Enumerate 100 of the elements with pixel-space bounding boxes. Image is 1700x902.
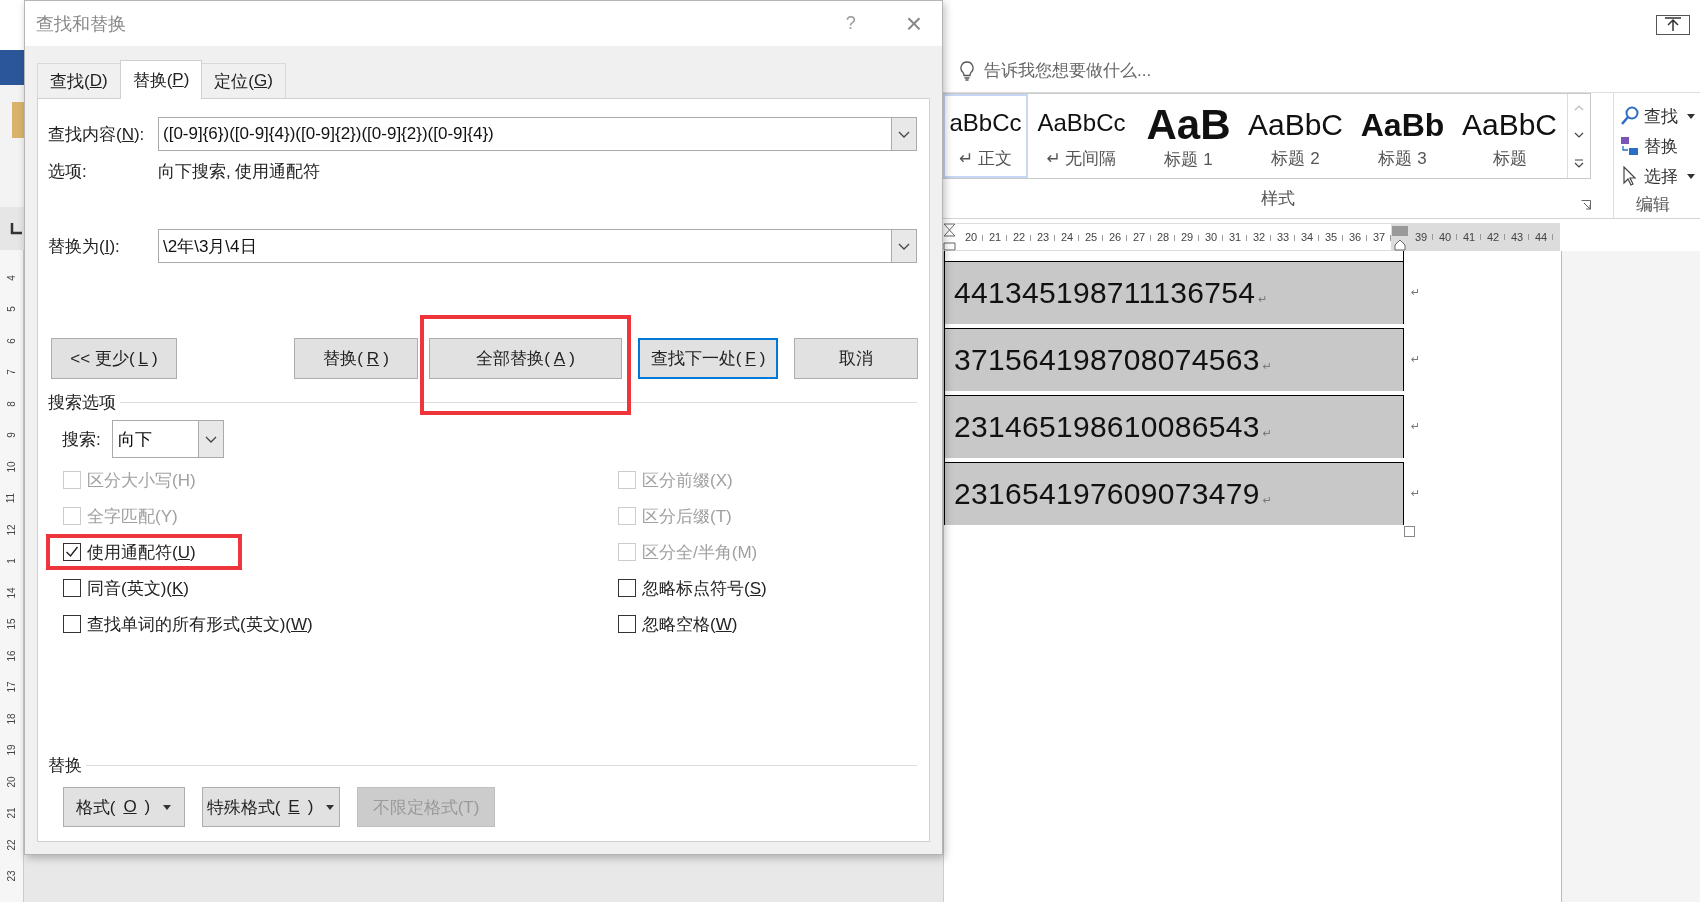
ruler-number: 41 (1462, 231, 1476, 243)
paragraph-mark: ↵ (1262, 493, 1272, 507)
ruler-number: 18 (6, 713, 17, 725)
ruler-number: 11 (6, 493, 17, 504)
ruler-number: 44 (1534, 231, 1548, 243)
ruler-number: 15 (6, 618, 17, 630)
paragraph-mark: ↵ (1262, 426, 1272, 440)
checkbox-label: 区分后缀(T) (642, 505, 732, 528)
checkbox-label: 忽略空格(W) (642, 613, 738, 636)
dialog-button[interactable]: 特殊格式( E ) (202, 787, 340, 827)
chevron-down-icon (898, 130, 910, 138)
checkbox[interactable] (618, 615, 636, 633)
ruler-number: 21 (988, 231, 1002, 243)
ruler-number: 26 (1108, 231, 1122, 243)
ruler-number: 20 (6, 776, 17, 788)
field-label: 搜索: (62, 428, 102, 451)
checkbox[interactable] (63, 543, 81, 561)
ruler-number: 21 (6, 807, 17, 819)
style-item[interactable]: AaBbC 标题 2 (1242, 94, 1349, 178)
dialog-button[interactable]: 替换( R ) (294, 338, 418, 379)
ribbon-button[interactable]: 选择 (1620, 161, 1696, 191)
tab[interactable]: 查找(D) (37, 63, 121, 98)
ribbon-button[interactable]: 替换 (1620, 131, 1678, 161)
paragraph-mark: ↵ (1258, 292, 1268, 306)
ruler-number: 16 (6, 650, 17, 662)
clipboard-icon (12, 100, 24, 138)
ruler-number: 30 (1204, 231, 1218, 243)
style-item[interactable]: aBbCc ↵ 正文 (943, 94, 1028, 178)
style-item[interactable]: AaB 标题 1 (1135, 94, 1242, 178)
style-name: 标题 3 (1378, 148, 1427, 170)
text-field[interactable]: \2年\3月\4日 (158, 229, 891, 263)
tell-me-field[interactable]: 告诉我您想要做什么... (982, 60, 1286, 82)
ruler-number: 37 (1372, 231, 1386, 243)
dropdown-button[interactable] (891, 229, 917, 263)
style-item[interactable]: AaBb 标题 3 (1349, 94, 1456, 178)
ruler-number: 9 (6, 432, 17, 439)
paragraph-mark: ↵ (1262, 359, 1272, 373)
dialog-button[interactable]: << 更少( L ) (51, 338, 177, 379)
options-label: 选项: (48, 160, 88, 183)
table-resize-handle[interactable] (1404, 526, 1415, 537)
checkbox[interactable] (63, 579, 81, 597)
search-direction-select[interactable]: 向下 (112, 420, 224, 458)
style-item[interactable]: AaBbC 标题 (1456, 94, 1563, 178)
ruler-number: 23 (1036, 231, 1050, 243)
ruler-number: 42 (1486, 231, 1500, 243)
tab[interactable]: 定位(G) (201, 63, 286, 98)
row-end-mark: ↵ (1411, 487, 1421, 500)
cell-text: 231465198610086543 (954, 410, 1260, 444)
caret-icon (163, 804, 173, 810)
checkbox-label: 区分大小写(H) (87, 469, 196, 492)
ruler-number: 34 (1300, 231, 1314, 243)
chevron-down-icon (205, 435, 217, 443)
dropdown-button[interactable] (198, 421, 223, 457)
dialog-button[interactable]: 查找下一处( F ) (638, 338, 778, 379)
checkbox[interactable] (618, 579, 636, 597)
checkbox-label: 同音(英文)(K) (87, 577, 189, 600)
ruler-number: 27 (1132, 231, 1146, 243)
ruler-number: 29 (1180, 231, 1194, 243)
style-sample: AaB (1146, 102, 1231, 149)
style-name: 标题 2 (1271, 148, 1320, 170)
style-sample: AaBbCc (1037, 110, 1126, 137)
checkbox-label: 忽略标点符号(S) (642, 577, 767, 600)
checkbox-label: 区分全/半角(M) (642, 541, 758, 564)
ruler-number: 31 (1228, 231, 1242, 243)
ruler-number: 7 (6, 369, 17, 376)
lightbulb-icon (960, 61, 974, 81)
ruler-number: 4 (6, 274, 17, 281)
ruler-number: 1 (6, 558, 17, 565)
options-value: 向下搜索, 使用通配符 (158, 160, 321, 183)
ribbon-button[interactable]: 查找 (1620, 101, 1696, 131)
field-label: 查找内容(N): (48, 123, 146, 146)
style-item[interactable]: AaBbCc ↵ 无间隔 (1028, 94, 1135, 178)
ruler-number: 17 (6, 681, 17, 693)
dropdown-button[interactable] (891, 117, 917, 151)
ruler-number: 8 (6, 400, 17, 407)
ruler-number: 33 (1276, 231, 1290, 243)
checkbox-label: 全字匹配(Y) (87, 505, 178, 528)
ruler-number: 14 (6, 587, 17, 599)
ruler-number: 32 (1252, 231, 1266, 243)
search-icon (1620, 106, 1640, 126)
cell-text: 371564198708074563 (954, 343, 1260, 377)
caret-icon (1687, 113, 1696, 119)
dialog-button[interactable]: 全部替换( A ) (429, 338, 622, 379)
cell-text: 231654197609073479 (954, 477, 1260, 511)
style-name: 标题 1 (1164, 149, 1213, 172)
ruler-number: 43 (1510, 231, 1524, 243)
ruler-number: 36 (1348, 231, 1362, 243)
close-button[interactable]: × (905, 7, 922, 40)
tab[interactable]: 替换(P) (119, 60, 203, 99)
style-name: 标题 (1492, 148, 1527, 170)
ruler-number: 22 (6, 839, 17, 851)
section-title: 搜索选项 (48, 391, 116, 414)
row-end-mark: ↵ (1411, 286, 1421, 299)
dialog-button[interactable]: 取消 (794, 338, 918, 379)
ruler-number: 28 (1156, 231, 1170, 243)
caret-icon (1687, 173, 1696, 179)
checkbox[interactable] (63, 615, 81, 633)
dialog-button[interactable]: 格式( O ) (63, 787, 185, 827)
ruler-number: 35 (1324, 231, 1338, 243)
text-field[interactable]: ([0-9]{6})([0-9]{4})([0-9]{2})([0-9]{2})([0-9]{4}) (158, 117, 891, 151)
